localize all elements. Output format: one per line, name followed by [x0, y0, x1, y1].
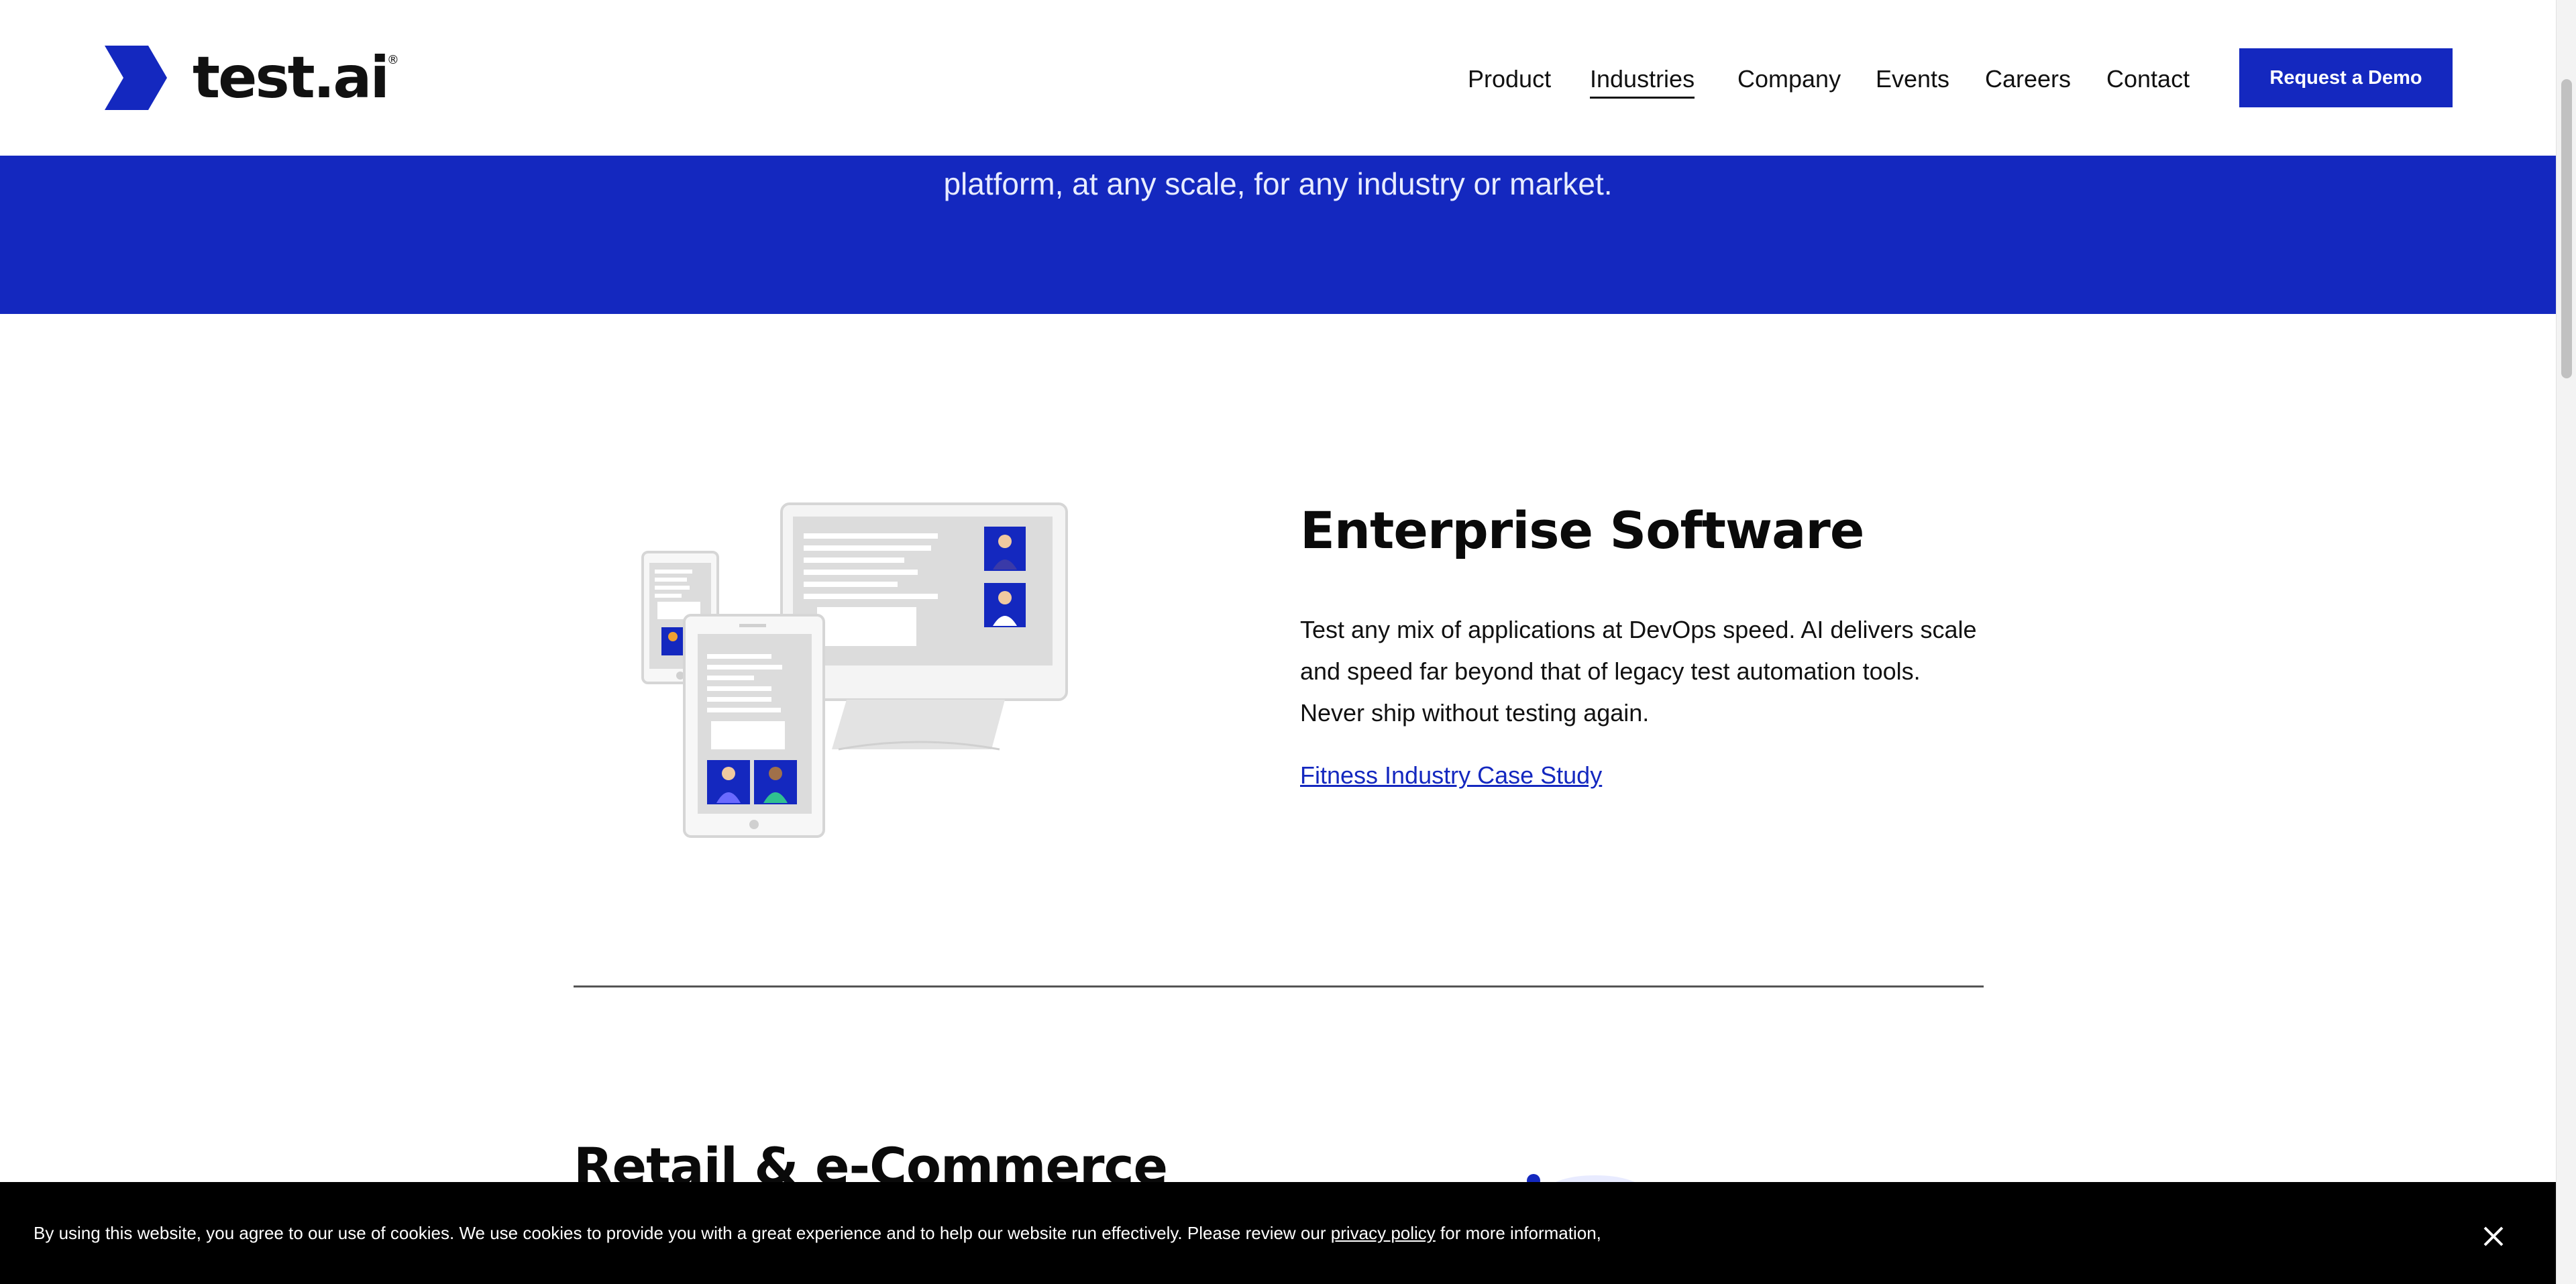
close-icon[interactable] [2477, 1220, 2510, 1253]
enterprise-title: Enterprise Software [1300, 500, 1864, 560]
logo-chevrons-icon [105, 46, 167, 110]
section-divider [574, 985, 1984, 987]
page-scrollbar[interactable] [2556, 0, 2576, 1284]
hero-band: platform, at any scale, for any industry… [0, 156, 2556, 314]
page: test.ai ® Product Industries Company Even… [0, 0, 2556, 1284]
request-demo-button[interactable]: Request a Demo [2239, 48, 2453, 107]
nav-company[interactable]: Company [1737, 64, 1841, 94]
registered-mark: ® [386, 53, 399, 67]
hero-text: platform, at any scale, for any industry… [943, 166, 1613, 201]
devices-illustration [641, 502, 1068, 838]
tablet-icon [683, 614, 825, 838]
logo-wordmark: test.ai ® [193, 44, 399, 111]
logo[interactable]: test.ai ® [105, 44, 399, 111]
nav-industries[interactable]: Industries [1590, 64, 1695, 99]
enterprise-description: Test any mix of applications at DevOps s… [1300, 616, 1977, 727]
cookie-text-after: for more information, [1435, 1223, 1601, 1243]
case-study-link[interactable]: Fitness Industry Case Study [1300, 757, 1602, 794]
cookie-message: By using this website, you agree to our … [34, 1220, 1601, 1246]
cookie-text-before: By using this website, you agree to our … [34, 1223, 1331, 1243]
site-header: test.ai ® Product Industries Company Even… [0, 0, 2556, 156]
nav-careers[interactable]: Careers [1985, 64, 2071, 94]
nav-events[interactable]: Events [1876, 64, 1949, 94]
nav-product[interactable]: Product [1468, 64, 1551, 94]
scrollbar-thumb[interactable] [2561, 79, 2572, 378]
nav-contact[interactable]: Contact [2106, 64, 2190, 94]
cookie-banner: By using this website, you agree to our … [0, 1182, 2556, 1284]
privacy-policy-link[interactable]: privacy policy [1331, 1223, 1436, 1243]
